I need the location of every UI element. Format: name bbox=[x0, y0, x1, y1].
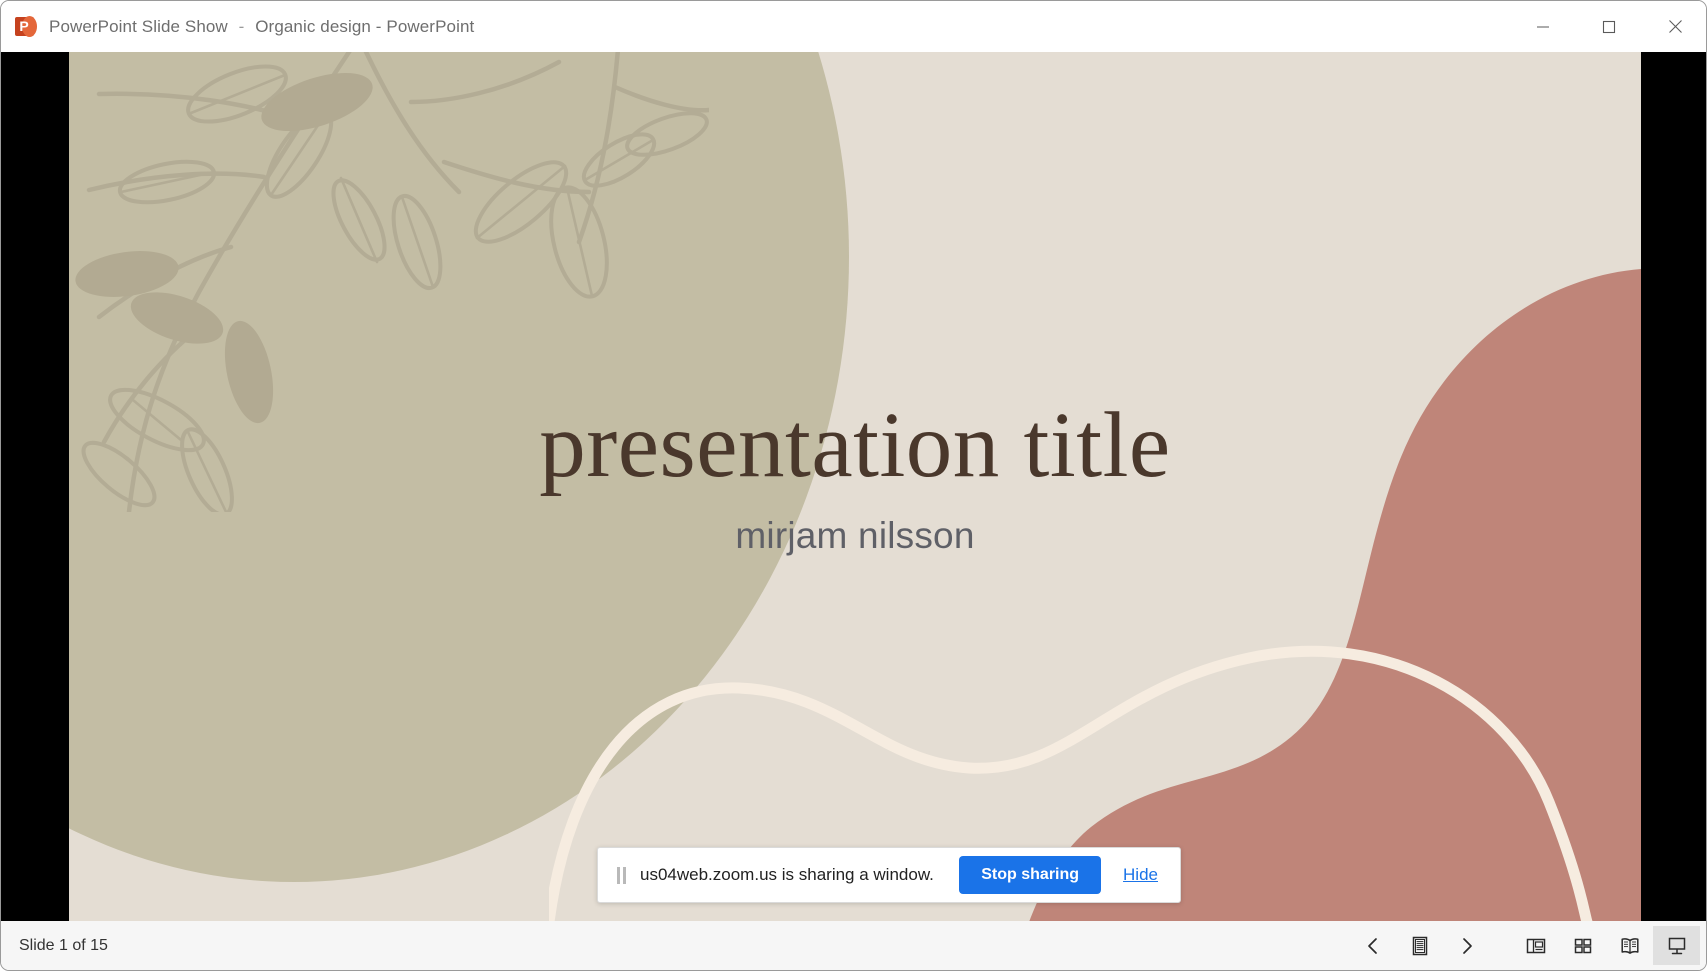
powerpoint-icon: P bbox=[15, 16, 37, 38]
minimize-icon bbox=[1536, 20, 1550, 34]
window-title: PowerPoint Slide Show - Organic design -… bbox=[49, 17, 474, 37]
reading-view-icon bbox=[1619, 935, 1641, 957]
chevron-left-icon bbox=[1363, 936, 1383, 956]
chevron-right-icon bbox=[1457, 936, 1477, 956]
slide-title: presentation title bbox=[69, 397, 1641, 495]
pause-icon bbox=[617, 867, 626, 884]
status-bar-controls bbox=[1349, 921, 1700, 970]
window-title-app: PowerPoint Slide Show bbox=[49, 17, 228, 36]
notes-icon bbox=[1409, 935, 1431, 957]
slideshow-view-icon bbox=[1666, 935, 1688, 957]
slideshow-view-button[interactable] bbox=[1653, 926, 1700, 965]
slide-sorter-button[interactable] bbox=[1559, 926, 1606, 965]
slide-indicator: Slide 1 of 15 bbox=[19, 937, 108, 955]
normal-view-button[interactable] bbox=[1512, 926, 1559, 965]
reading-view-button[interactable] bbox=[1606, 926, 1653, 965]
maximize-icon bbox=[1602, 20, 1616, 34]
status-bar: Slide 1 of 15 bbox=[1, 921, 1707, 970]
title-bar: P PowerPoint Slide Show - Organic design… bbox=[1, 1, 1707, 52]
sharing-message: us04web.zoom.us is sharing a window. bbox=[640, 865, 934, 885]
slide-sorter-icon bbox=[1572, 935, 1594, 957]
minimize-button[interactable] bbox=[1510, 1, 1576, 52]
close-icon bbox=[1668, 19, 1683, 34]
maximize-button[interactable] bbox=[1576, 1, 1642, 52]
slide-stage[interactable]: presentation title mirjam nilsson bbox=[1, 52, 1707, 921]
toolbar-divider bbox=[1490, 945, 1512, 946]
previous-slide-button[interactable] bbox=[1349, 926, 1396, 965]
powerpoint-icon-letter: P bbox=[18, 18, 30, 35]
screen-sharing-bar: us04web.zoom.us is sharing a window. Sto… bbox=[597, 847, 1181, 903]
slide-subtitle: mirjam nilsson bbox=[69, 515, 1641, 557]
terracotta-blob-shape bbox=[961, 267, 1641, 921]
next-slide-button[interactable] bbox=[1443, 926, 1490, 965]
powerpoint-slideshow-window: P PowerPoint Slide Show - Organic design… bbox=[0, 0, 1707, 971]
notes-button[interactable] bbox=[1396, 926, 1443, 965]
hide-sharing-bar-link[interactable]: Hide bbox=[1123, 865, 1158, 885]
window-title-separator: - bbox=[239, 17, 245, 36]
window-title-document: Organic design - PowerPoint bbox=[255, 17, 474, 36]
close-button[interactable] bbox=[1642, 1, 1707, 52]
slide-canvas[interactable]: presentation title mirjam nilsson bbox=[69, 52, 1641, 921]
stop-sharing-button[interactable]: Stop sharing bbox=[959, 856, 1101, 894]
window-controls bbox=[1510, 1, 1707, 52]
normal-view-icon bbox=[1525, 935, 1547, 957]
